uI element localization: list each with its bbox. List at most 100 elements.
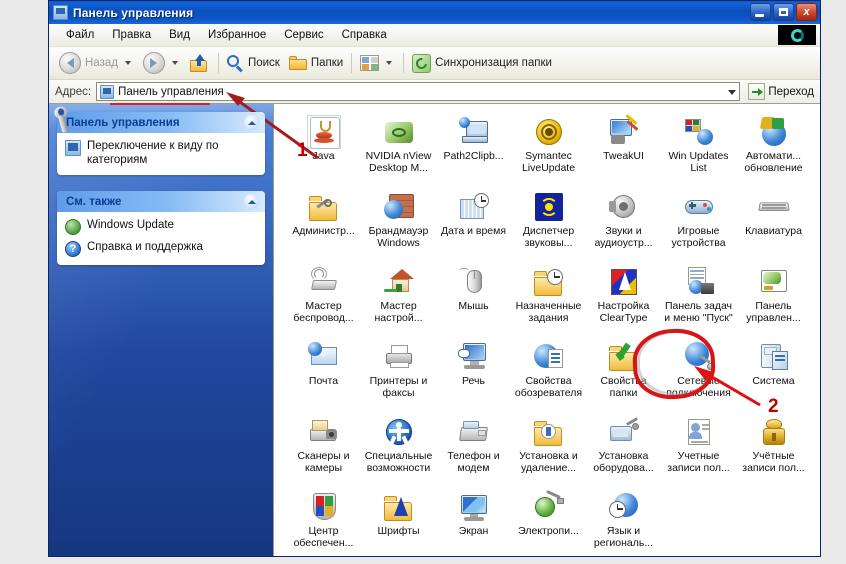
windows-update-link[interactable]: Windows Update <box>65 218 257 235</box>
control-panel-item[interactable]: Автомати... обновление <box>736 114 811 189</box>
network-setup-wizard-icon <box>383 266 415 298</box>
control-panel-item[interactable]: Учетные записи пол... <box>661 414 736 489</box>
control-panel-item[interactable]: Path2Clipb... <box>436 114 511 189</box>
control-panel-item[interactable]: Win Updates List <box>661 114 736 189</box>
forward-chevron-down-icon[interactable] <box>171 61 178 65</box>
control-panel-item[interactable]: Специальные возможности <box>361 414 436 489</box>
mail-icon <box>307 341 340 373</box>
keyboard-icon <box>757 191 790 223</box>
control-panel-item[interactable]: Учётные записи пол... <box>736 414 811 489</box>
search-button[interactable]: Поиск <box>223 50 284 76</box>
control-panel-item[interactable]: Настройка ClearType <box>586 264 661 339</box>
forward-button[interactable] <box>139 50 185 76</box>
control-panel-item[interactable]: Игровые устройства <box>661 189 736 264</box>
control-panel-item[interactable]: Дата и время <box>436 189 511 264</box>
panel-see-also-header[interactable]: См. также <box>57 191 265 212</box>
nvidia-control-panel-icon <box>758 266 790 298</box>
control-panel-item[interactable]: Язык и региональ... <box>586 489 661 556</box>
up-folder-icon <box>189 54 210 72</box>
control-panel-item[interactable]: Телефон и модем <box>436 414 511 489</box>
window-body: Панель управления Переключение к виду по… <box>49 104 820 556</box>
views-button[interactable] <box>356 50 399 76</box>
collapse-chevron-up-icon[interactable] <box>244 115 259 130</box>
control-panel-item[interactable]: Панель управлен... <box>736 264 811 339</box>
control-panel-item[interactable]: Администр... <box>286 189 361 264</box>
help-support-label: Справка и поддержка <box>87 241 203 253</box>
control-panel-item-label: Экран <box>458 525 489 537</box>
symantec-liveupdate-icon <box>533 116 565 148</box>
control-panel-item[interactable]: Брандмауэр Windows <box>361 189 436 264</box>
control-panel-item[interactable]: Сканеры и камеры <box>286 414 361 489</box>
control-panel-item[interactable]: Экран <box>436 489 511 556</box>
control-panel-item[interactable]: Клавиатура <box>736 189 811 264</box>
views-chevron-down-icon[interactable] <box>386 61 393 65</box>
panel-see-also-title: См. также <box>66 195 122 208</box>
screenshot-root: Панель управления x Файл Правка Вид Избр… <box>0 0 846 564</box>
scanners-cameras-icon <box>308 416 340 448</box>
control-panel-item-label: Учетные записи пол... <box>667 450 730 474</box>
sound-manager-icon <box>533 191 565 223</box>
task-pane: Панель управления Переключение к виду по… <box>49 104 273 556</box>
address-input[interactable]: Панель управления <box>96 82 741 101</box>
control-panel-item[interactable]: Панель задач и меню "Пуск" <box>661 264 736 339</box>
control-panel-item[interactable]: Установка оборудова... <box>586 414 661 489</box>
views-icon <box>360 55 380 71</box>
folders-label: Папки <box>310 57 344 69</box>
menu-help[interactable]: Справка <box>333 27 396 43</box>
control-panel-item-label: Мастер настрой... <box>374 300 423 324</box>
minimize-button[interactable] <box>750 3 771 21</box>
menu-file[interactable]: Файл <box>57 27 103 43</box>
back-chevron-down-icon[interactable] <box>124 61 131 65</box>
control-panel-item[interactable]: NVIDIA nView Desktop M... <box>361 114 436 189</box>
control-panel-item[interactable]: Назначенные задания <box>511 264 586 339</box>
control-panel-item[interactable]: Электропи... <box>511 489 586 556</box>
control-panel-window-icon <box>53 5 68 20</box>
control-panel-item-label: Язык и региональ... <box>593 525 654 549</box>
back-button[interactable]: Назад <box>55 50 138 76</box>
menu-tools[interactable]: Сервис <box>275 27 332 43</box>
address-chevron-down-icon[interactable] <box>728 89 737 95</box>
control-panel-item-label: Панель задач и меню "Пуск" <box>664 300 733 324</box>
go-button[interactable]: Переход <box>745 83 820 100</box>
control-panel-icon <box>65 140 81 156</box>
up-button[interactable] <box>186 50 214 76</box>
collapse-chevron-up-icon-2[interactable] <box>244 194 259 209</box>
control-panel-item-label: Свойства обозревателя <box>514 375 583 399</box>
control-panel-item[interactable]: Принтеры и факсы <box>361 339 436 414</box>
control-panel-item-label: Звуки и аудиоустр... <box>594 225 653 249</box>
control-panel-item-label: Сканеры и камеры <box>297 450 350 474</box>
control-panel-item[interactable]: Центр обеспечен... <box>286 489 361 556</box>
control-panel-item[interactable]: Установка и удаление... <box>511 414 586 489</box>
control-panel-item-label: Диспетчер звуковы... <box>522 225 575 249</box>
control-panel-item[interactable]: Мастер настрой... <box>361 264 436 339</box>
control-panel-item[interactable]: Мышь <box>436 264 511 339</box>
annotation-step-1: 1 <box>297 140 308 161</box>
java-icon <box>306 115 341 149</box>
help-support-link[interactable]: ? Справка и поддержка <box>65 240 257 257</box>
control-panel-item[interactable]: TweakUI <box>586 114 661 189</box>
sync-folder-button[interactable]: Синхронизация папки <box>408 50 556 76</box>
control-panel-item[interactable]: Почта <box>286 339 361 414</box>
control-panel-item[interactable]: Диспетчер звуковы... <box>511 189 586 264</box>
control-panel-item[interactable]: Symantec LiveUpdate <box>511 114 586 189</box>
close-button[interactable]: x <box>796 3 817 21</box>
menu-favorites[interactable]: Избранное <box>199 27 275 43</box>
address-underline <box>110 103 210 105</box>
folders-button[interactable]: Папки <box>285 50 347 76</box>
menu-bar: Файл Правка Вид Избранное Сервис Справка <box>49 24 820 47</box>
add-hardware-icon <box>608 416 640 448</box>
switch-to-category-view-link[interactable]: Переключение к виду по категориям <box>65 139 257 167</box>
menu-view[interactable]: Вид <box>160 27 199 43</box>
address-value: Панель управления <box>118 85 224 98</box>
menu-edit[interactable]: Правка <box>103 27 160 43</box>
control-panel-item-label: Электропи... <box>518 525 579 537</box>
control-panel-item[interactable]: Звуки и аудиоустр... <box>586 189 661 264</box>
control-panel-item[interactable]: Речь <box>436 339 511 414</box>
control-panel-item[interactable]: Мастер беспровод... <box>286 264 361 339</box>
panel-control-panel-header[interactable]: Панель управления <box>57 112 265 133</box>
control-panel-item-label: Установка и удаление... <box>519 450 578 474</box>
control-panel-item[interactable]: Свойства обозревателя <box>511 339 586 414</box>
maximize-button[interactable] <box>773 3 794 21</box>
control-panel-item-label: Специальные возможности <box>364 450 433 474</box>
control-panel-item[interactable]: Шрифты <box>361 489 436 556</box>
